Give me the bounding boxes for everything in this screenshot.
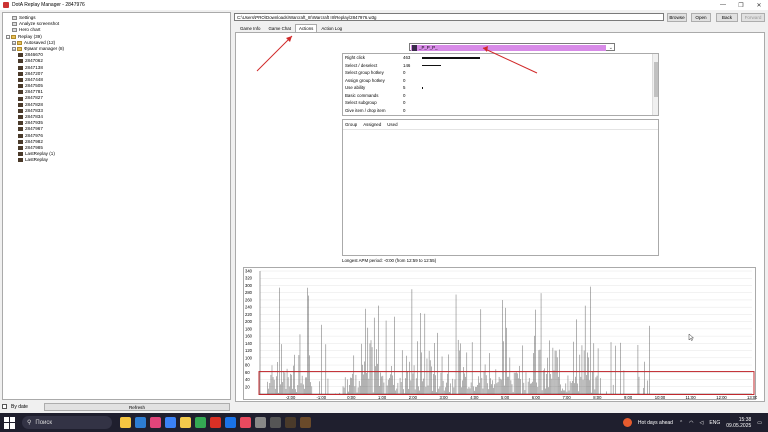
weather-icon [622, 418, 632, 427]
app-icon-1[interactable] [135, 417, 146, 428]
app-icon-3[interactable] [240, 417, 251, 428]
instagram-icon[interactable] [150, 417, 161, 428]
youtube-icon[interactable] [210, 417, 221, 428]
app-icon-4[interactable] [255, 417, 266, 428]
edge-icon[interactable] [165, 417, 176, 428]
search-icon: ⚲ [27, 420, 32, 426]
annotation-overlay [256, 35, 695, 341]
mouse-cursor-icon [688, 333, 695, 341]
taskbar: ⚲ Поиск Hot days ahead ⌃ ◠ ◁ ENG 15:38 0… [0, 413, 768, 432]
annotation-arrow-player [482, 47, 538, 74]
search-placeholder: Поиск [35, 419, 53, 426]
annotation-arrowhead-player [483, 46, 488, 52]
notification-icon[interactable]: ▭ [757, 420, 762, 426]
windows-start-icon[interactable] [4, 416, 16, 429]
chevron-up-icon[interactable]: ⌃ [679, 420, 683, 426]
taskbar-search[interactable]: ⚲ Поиск [22, 416, 112, 429]
file-explorer-icon[interactable] [180, 417, 191, 428]
taskbar-apps [120, 417, 311, 428]
weather-text[interactable]: Hot days ahead [638, 420, 673, 426]
replay-manager-icon[interactable] [300, 417, 311, 428]
chrome-icon[interactable] [195, 417, 206, 428]
app-icon-2[interactable] [225, 417, 236, 428]
warcraft-icon[interactable] [285, 417, 296, 428]
language-indicator[interactable]: ENG [709, 420, 720, 426]
wifi-icon[interactable]: ◠ [689, 420, 693, 426]
app-icon-5[interactable] [270, 417, 281, 428]
copilot-icon[interactable] [120, 417, 131, 428]
annotation-arrow-tab [256, 35, 293, 72]
clock[interactable]: 15:38 09.05.2025 [726, 417, 751, 429]
system-tray: Hot days ahead ⌃ ◠ ◁ ENG 15:38 09.05.202… [622, 413, 762, 432]
volume-icon[interactable]: ◁ [700, 420, 704, 426]
clock-date: 09.05.2025 [726, 422, 752, 429]
